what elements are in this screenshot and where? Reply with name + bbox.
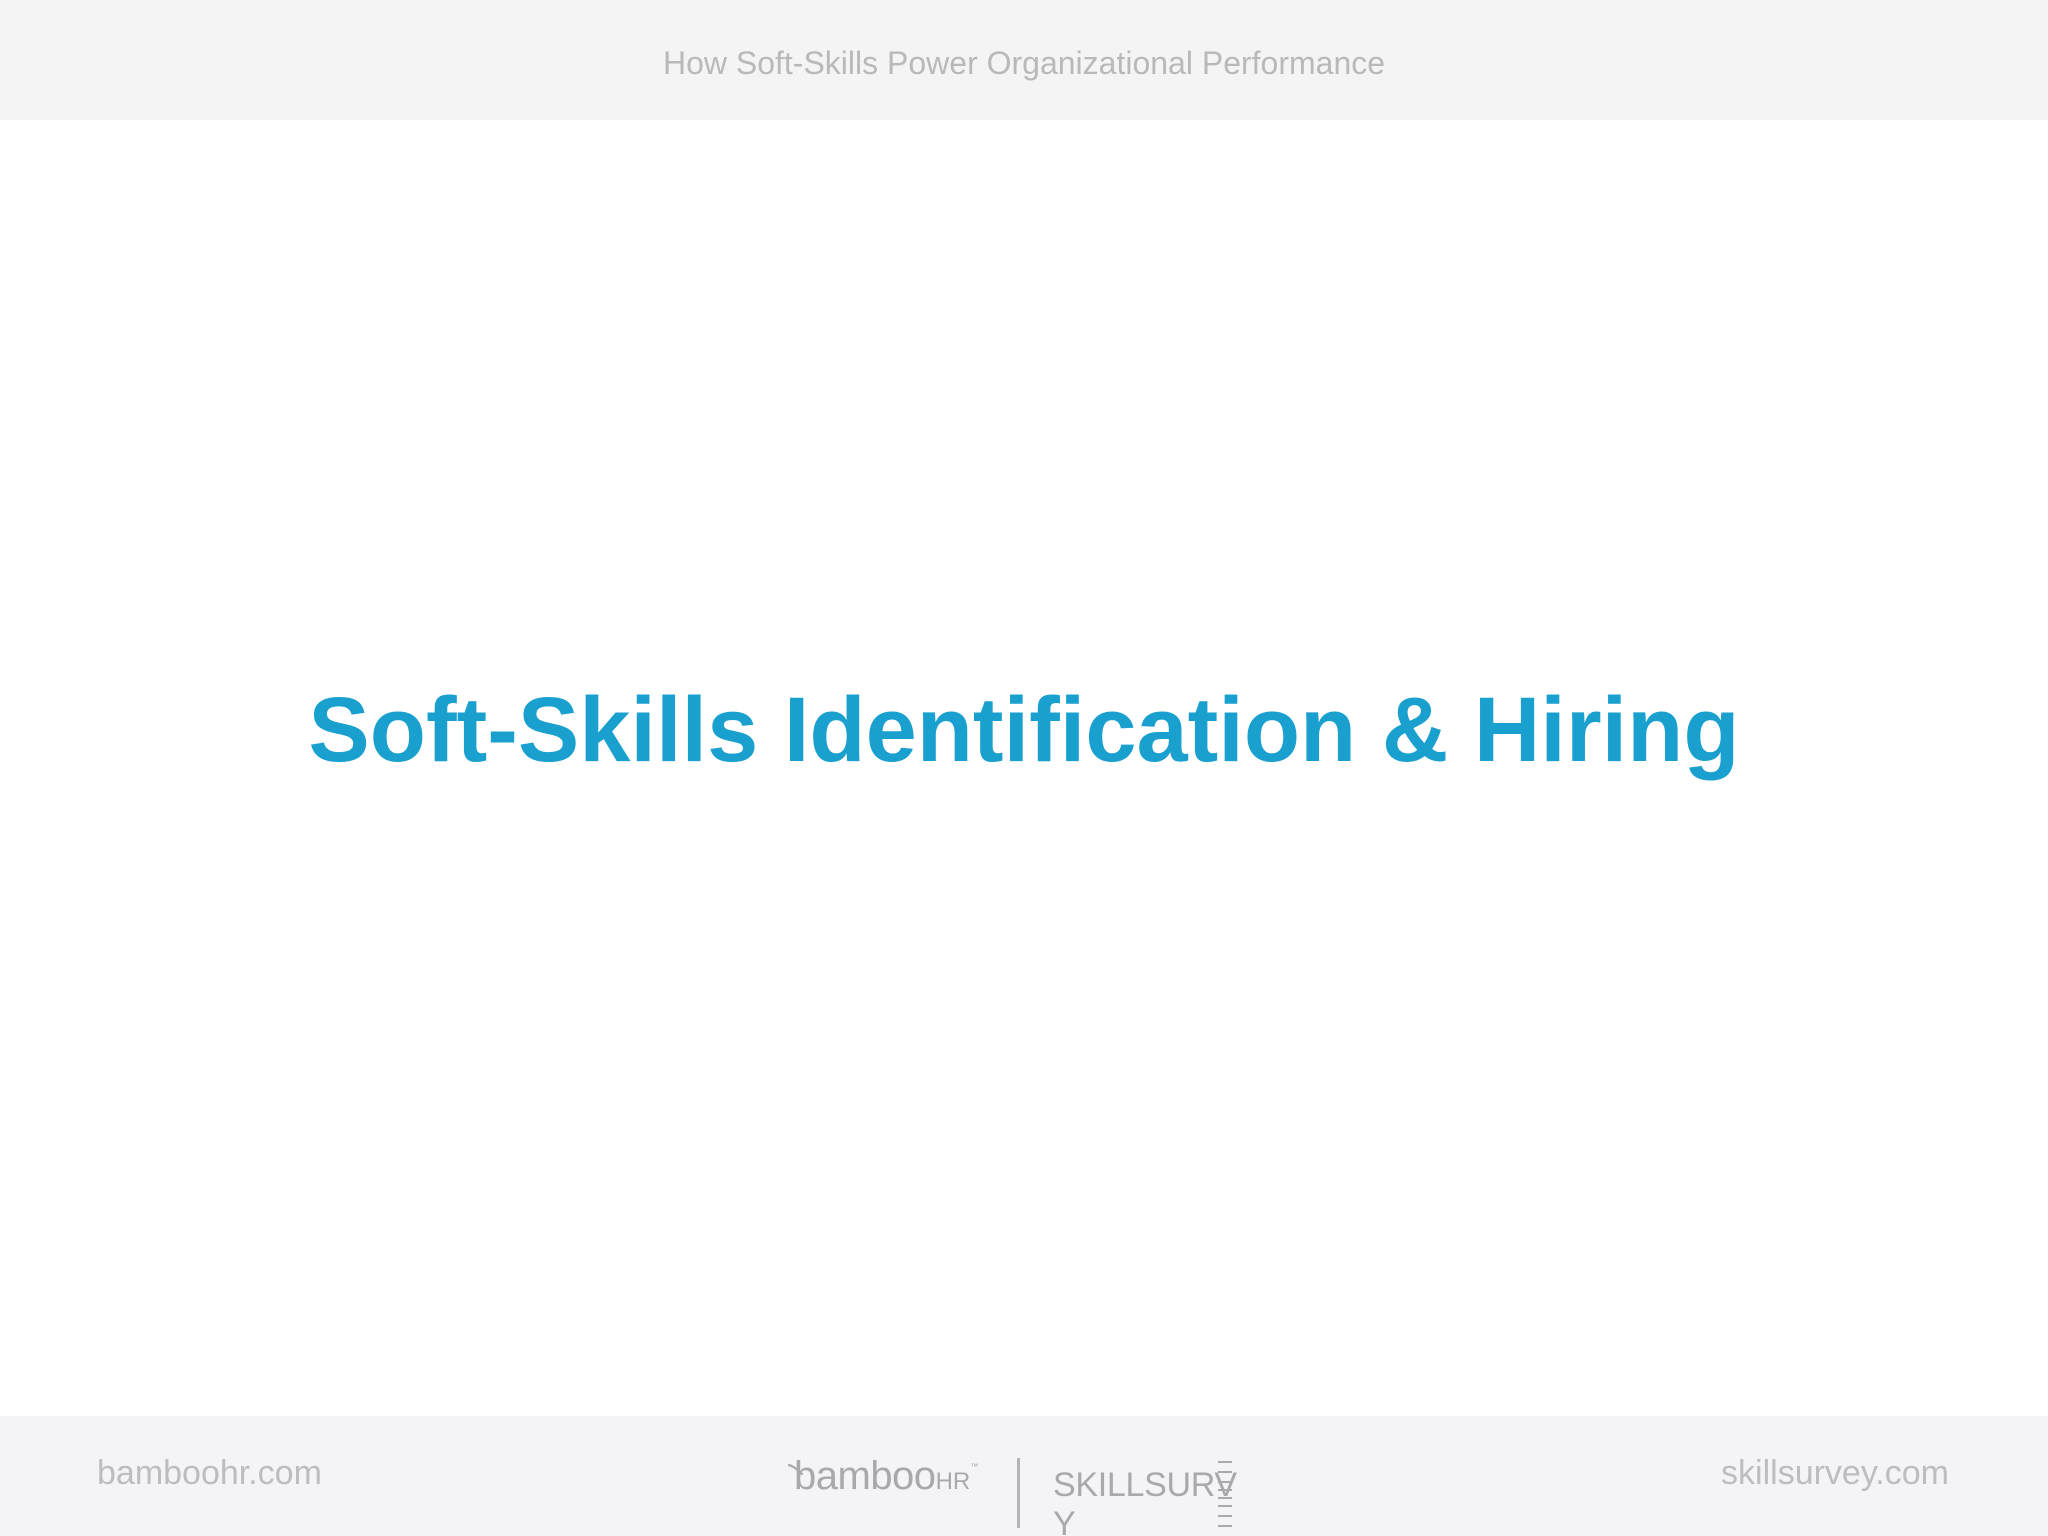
bamboohr-link[interactable]: bamboohr.com bbox=[97, 1454, 322, 1493]
partner-logos: bambooHR™ SKILLSURVY bbox=[788, 1434, 1268, 1536]
skillsurvey-logo-last: Y bbox=[1053, 1505, 1076, 1536]
bamboohr-logo-tm: ™ bbox=[970, 1462, 978, 1471]
bamboohr-logo-hr: HR bbox=[935, 1468, 971, 1495]
skillsurvey-logo: SKILLSURVY bbox=[1053, 1466, 1268, 1536]
header-title: How Soft-Skills Power Organizational Per… bbox=[662, 44, 1386, 81]
slide-footer: bamboohr.com bambooHR™ SKILLSURVY skills… bbox=[0, 1416, 2048, 1536]
slide-header: How Soft-Skills Power Organizational Per… bbox=[0, 0, 2048, 120]
ladder-e-icon bbox=[1218, 1461, 1232, 1527]
skillsurvey-link[interactable]: skillsurvey.com bbox=[1721, 1454, 1949, 1493]
logo-divider bbox=[1017, 1458, 1020, 1528]
bamboohr-logo-word: bamboo bbox=[794, 1454, 936, 1498]
bamboohr-logo: bambooHR™ bbox=[794, 1454, 978, 1499]
slide: How Soft-Skills Power Organizational Per… bbox=[0, 0, 2048, 1536]
slide-title: Soft-Skills Identification & Hiring bbox=[308, 679, 1740, 781]
skillsurvey-logo-word: SKILLSURV bbox=[1053, 1466, 1237, 1504]
